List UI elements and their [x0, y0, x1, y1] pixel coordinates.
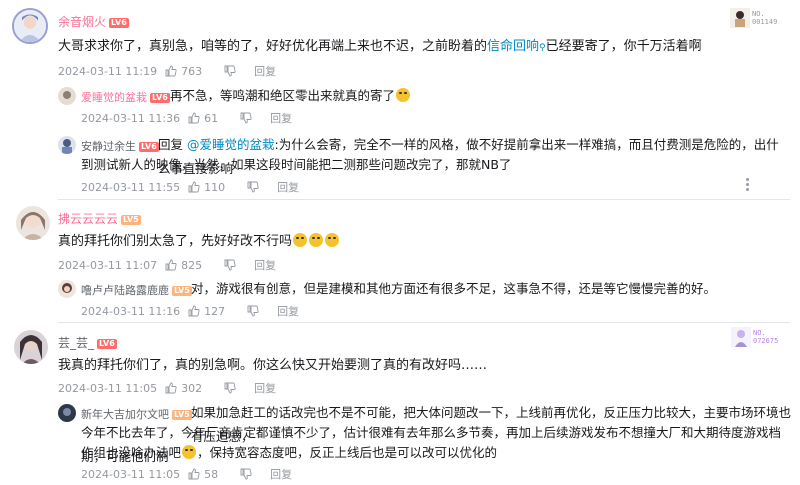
- like-count: 127: [204, 304, 226, 318]
- comment-meta: 2024-03-11 11:05 302 回复: [58, 380, 284, 396]
- dislike-icon[interactable]: [224, 259, 236, 271]
- like-count: 58: [204, 467, 219, 481]
- like-icon[interactable]: [165, 259, 177, 271]
- fan-badge: NO. 072675: [731, 327, 778, 347]
- like-count: 61: [204, 111, 219, 125]
- reply-button[interactable]: 回复: [270, 466, 292, 482]
- reply-text: 再不急，等鸣潮和绝区零出来就真的寄了: [170, 84, 411, 108]
- mention-link[interactable]: @爱睡觉的盆栽: [187, 137, 275, 152]
- reply-button[interactable]: 回复: [277, 179, 299, 195]
- like-count: 302: [181, 381, 203, 395]
- timestamp: 2024-03-11 11:05: [81, 467, 181, 481]
- search-link[interactable]: 信命回响: [487, 39, 539, 54]
- fan-badge-icon: [731, 327, 751, 347]
- level-badge: LV6: [97, 339, 117, 349]
- like-icon[interactable]: [165, 382, 177, 394]
- username[interactable]: 新年大吉加尔文吧 LV5: [81, 406, 192, 422]
- user-avatar[interactable]: [16, 206, 50, 240]
- like-icon[interactable]: [165, 65, 177, 77]
- comment-meta: 2024-03-11 11:19 763 回复: [58, 63, 284, 79]
- more-options-icon[interactable]: [745, 178, 749, 192]
- like-icon[interactable]: [188, 305, 200, 317]
- reply-button[interactable]: 回复: [277, 303, 299, 319]
- level-badge: LV6: [139, 142, 159, 152]
- dislike-icon[interactable]: [224, 65, 236, 77]
- comment-text: 真的拜托你们别太急了，先好好改不行吗: [58, 230, 340, 254]
- like-count: 825: [181, 258, 203, 272]
- reply-meta: 2024-03-11 11:55 110 回复: [81, 179, 307, 195]
- reply-button[interactable]: 回复: [270, 110, 292, 126]
- user-avatar[interactable]: [14, 330, 48, 364]
- comment-meta: 2024-03-11 11:07 825 回复: [58, 257, 284, 273]
- timestamp: 2024-03-11 11:16: [81, 304, 181, 318]
- search-icon[interactable]: ⚲: [539, 43, 546, 53]
- user-avatar[interactable]: [58, 404, 76, 422]
- username[interactable]: 噜卢卢陆路露鹿鹿 LV5: [81, 282, 192, 298]
- timestamp: 2024-03-11 11:19: [58, 64, 158, 78]
- user-avatar[interactable]: [58, 136, 76, 154]
- username[interactable]: 拂云云云云 LV5: [58, 210, 141, 227]
- username[interactable]: 芸_芸_ LV6: [58, 334, 117, 351]
- user-avatar[interactable]: [58, 280, 76, 298]
- emoji-icon: [396, 88, 411, 102]
- divider: [58, 199, 790, 200]
- timestamp: 2024-03-11 11:36: [81, 111, 181, 125]
- username[interactable]: 爱睡觉的盆栽 LV6: [81, 89, 170, 105]
- emoji-icon: [309, 233, 324, 247]
- level-badge: LV6: [150, 93, 170, 103]
- badge-number: NO. 001149: [752, 10, 778, 26]
- like-icon[interactable]: [188, 112, 200, 124]
- fan-badge: NO. 001149: [730, 8, 777, 28]
- reply-text: 对，游戏很有创意，但是建模和其他方面还有很多不足，这事急不得，还是等它慢慢完善的…: [191, 281, 717, 296]
- emoji-icon: [293, 233, 308, 247]
- timestamp: 2024-03-11 11:55: [81, 180, 181, 194]
- reply-meta: 2024-03-11 11:16 127 回复: [81, 303, 307, 319]
- dislike-icon[interactable]: [240, 112, 252, 124]
- user-avatar[interactable]: [12, 8, 48, 44]
- reply-text-line: 到测试新人的映像，当然，如果这段时间能把二测那些问题改完了，那就NB了: [81, 157, 512, 172]
- comment-text: 大哥求求你了，真别急，咱等的了，好好优化再端上来也不迟，之前盼着的信命回响⚲已经…: [58, 39, 702, 54]
- comment-text: 我真的拜托你们了，真的别急啊。你这么快又开始要测了真的有改好吗……: [58, 358, 488, 373]
- username[interactable]: 余音烟火 LV6: [58, 13, 129, 30]
- reply-button[interactable]: 回复: [254, 257, 276, 273]
- level-badge: LV5: [172, 410, 192, 420]
- emoji-icon: [325, 233, 340, 247]
- badge-number: NO. 072675: [753, 329, 779, 345]
- timestamp: 2024-03-11 11:05: [58, 381, 158, 395]
- fan-badge-icon: [730, 8, 750, 28]
- like-count: 110: [204, 180, 226, 194]
- reply-meta: 2024-03-11 11:05 58 回复: [81, 466, 300, 482]
- dislike-icon[interactable]: [247, 181, 259, 193]
- like-icon[interactable]: [188, 181, 200, 193]
- timestamp: 2024-03-11 11:07: [58, 258, 158, 272]
- reply-button[interactable]: 回复: [254, 380, 276, 396]
- dislike-icon[interactable]: [240, 468, 252, 480]
- divider: [58, 322, 790, 323]
- emoji-icon: [182, 445, 197, 459]
- level-badge: LV5: [172, 286, 192, 296]
- username[interactable]: 安静过余生 LV6: [81, 138, 159, 154]
- dislike-icon[interactable]: [224, 382, 236, 394]
- level-badge: LV5: [121, 215, 141, 225]
- like-count: 763: [181, 64, 203, 78]
- like-icon[interactable]: [188, 468, 200, 480]
- reply-meta: 2024-03-11 11:36 61 回复: [81, 110, 300, 126]
- dislike-icon[interactable]: [247, 305, 259, 317]
- reply-text-line: 作组也没啥办法吧 ，保持宽容态度吧，反正上线后也是可以改可以优化的: [81, 445, 498, 460]
- reply-button[interactable]: 回复: [254, 63, 276, 79]
- user-avatar[interactable]: [58, 87, 76, 105]
- level-badge: LV6: [109, 18, 129, 28]
